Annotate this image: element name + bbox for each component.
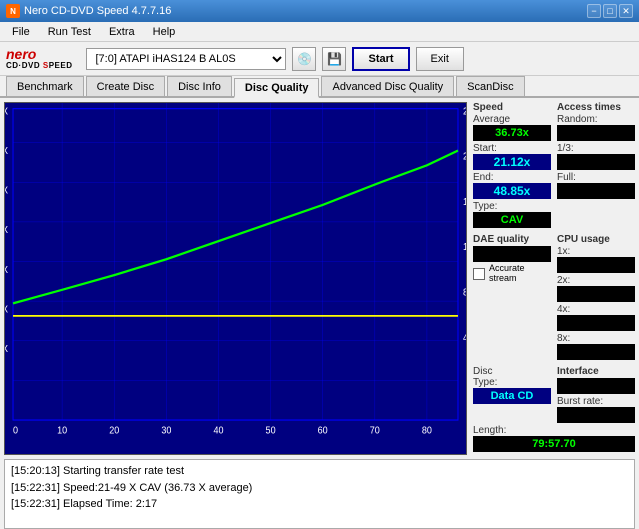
close-button[interactable]: ✕ [619,4,633,18]
tab-bar: Benchmark Create Disc Disc Info Disc Qua… [0,76,639,98]
svg-text:56 X: 56 X [5,106,9,118]
speed-chart: 56 X 48 X 40 X 32 X 24 X 16 X 8 X 24 20 … [5,103,466,454]
menu-file[interactable]: File [4,24,38,40]
log-line-1: [15:20:13] Starting transfer rate test [11,463,628,480]
svg-text:30: 30 [161,425,171,437]
speed-section: Speed Average 36.73x Start: 21.12x End: … [473,102,551,230]
tab-scan-disc[interactable]: ScanDisc [456,76,524,96]
cpu-1x-value [557,257,635,273]
exit-button[interactable]: Exit [416,47,464,71]
access-times-label: Access times [557,102,635,113]
interface-section: Interface Burst rate: [557,366,635,425]
cpu-8x-value [557,344,635,360]
svg-text:40: 40 [213,425,223,437]
type-label: Type: [473,201,551,212]
burst-rate-label: Burst rate: [557,396,635,407]
svg-text:20: 20 [463,151,466,163]
cpu-8x-label: 8x: [557,333,635,344]
svg-text:48 X: 48 X [5,145,9,157]
disc-type-section: DiscType: Data CD [473,366,551,425]
svg-text:4: 4 [463,332,466,344]
app-icon: N [6,4,20,18]
menu-help[interactable]: Help [145,24,184,40]
tab-create-disc[interactable]: Create Disc [86,76,165,96]
speed-label: Speed [473,102,551,113]
end-label: End: [473,172,551,183]
chart-area: 56 X 48 X 40 X 32 X 24 X 16 X 8 X 24 20 … [4,102,467,455]
burst-rate-value [557,407,635,423]
svg-text:20: 20 [109,425,119,437]
tab-disc-info[interactable]: Disc Info [167,76,232,96]
cpu-1x-label: 1x: [557,246,635,257]
svg-text:24: 24 [463,106,466,118]
interface-value [557,378,635,394]
start-label: Start: [473,143,551,154]
maximize-button[interactable]: □ [603,4,617,18]
dae-quality-value [473,246,551,262]
accurate-stream-checkbox[interactable] [473,268,485,280]
tab-benchmark[interactable]: Benchmark [6,76,84,96]
minimize-button[interactable]: − [587,4,601,18]
cpu-4x-value [557,315,635,331]
start-button[interactable]: Start [352,47,409,71]
average-label: Average [473,114,551,125]
svg-text:50: 50 [266,425,276,437]
random-value [557,125,635,141]
end-value: 48.85x [473,183,551,199]
svg-text:10: 10 [57,425,67,437]
title-bar: N Nero CD-DVD Speed 4.7.7.16 − □ ✕ [0,0,639,22]
svg-text:32 X: 32 X [5,225,9,237]
svg-text:8: 8 [463,287,466,299]
one-third-value [557,154,635,170]
length-value: 79:57.70 [473,436,635,452]
svg-text:8 X: 8 X [5,344,9,356]
type-value: CAV [473,212,551,228]
svg-text:16 X: 16 X [5,304,9,316]
disc-type-value: Data CD [473,388,551,404]
dae-quality-section: DAE quality Accuratestream [473,234,551,362]
random-label: Random: [557,114,635,125]
disc-type-label: DiscType: [473,366,551,388]
interface-label: Interface [557,366,635,377]
tab-advanced-disc-quality[interactable]: Advanced Disc Quality [321,76,454,96]
svg-text:40 X: 40 X [5,185,9,197]
svg-text:70: 70 [370,425,380,437]
length-label: Length: [473,425,635,436]
one-third-label: 1/3: [557,143,635,154]
log-area: [15:20:13] Starting transfer rate test [… [4,459,635,529]
svg-text:24 X: 24 X [5,264,9,276]
average-value: 36.73x [473,125,551,141]
tab-disc-quality[interactable]: Disc Quality [234,78,320,98]
svg-text:16: 16 [463,196,466,208]
menu-run-test[interactable]: Run Test [40,24,99,40]
app-logo: nero CD·DVD SPEED [6,47,72,70]
svg-text:80: 80 [422,425,432,437]
save-icon-button[interactable]: 💾 [322,47,346,71]
log-line-3: [15:22:31] Elapsed Time: 2:17 [11,496,628,513]
log-line-2: [15:22:31] Speed:21-49 X CAV (36.73 X av… [11,480,628,497]
right-panel: Speed Average 36.73x Start: 21.12x End: … [471,98,639,459]
accurate-stream-label: Accuratestream [489,264,525,284]
full-label: Full: [557,172,635,183]
cpu-2x-label: 2x: [557,275,635,286]
start-value: 21.12x [473,154,551,170]
cpu-4x-label: 4x: [557,304,635,315]
media-icon-button[interactable]: 💿 [292,47,316,71]
cpu-usage-section: CPU usage 1x: 2x: 4x: 8x: [557,234,635,362]
svg-text:12: 12 [463,242,466,254]
toolbar: nero CD·DVD SPEED [7:0] ATAPI iHAS124 B … [0,42,639,76]
menu-extra[interactable]: Extra [101,24,143,40]
full-value [557,183,635,199]
main-content: 56 X 48 X 40 X 32 X 24 X 16 X 8 X 24 20 … [0,98,639,459]
access-times-section: Access times Random: 1/3: Full: [557,102,635,230]
drive-select[interactable]: [7:0] ATAPI iHAS124 B AL0S [86,48,286,70]
cpu-usage-label: CPU usage [557,234,635,245]
cpu-2x-value [557,286,635,302]
svg-text:0: 0 [13,425,18,437]
window-title: Nero CD-DVD Speed 4.7.7.16 [24,5,171,17]
svg-text:60: 60 [318,425,328,437]
dae-quality-label: DAE quality [473,234,551,245]
menu-bar: File Run Test Extra Help [0,22,639,42]
